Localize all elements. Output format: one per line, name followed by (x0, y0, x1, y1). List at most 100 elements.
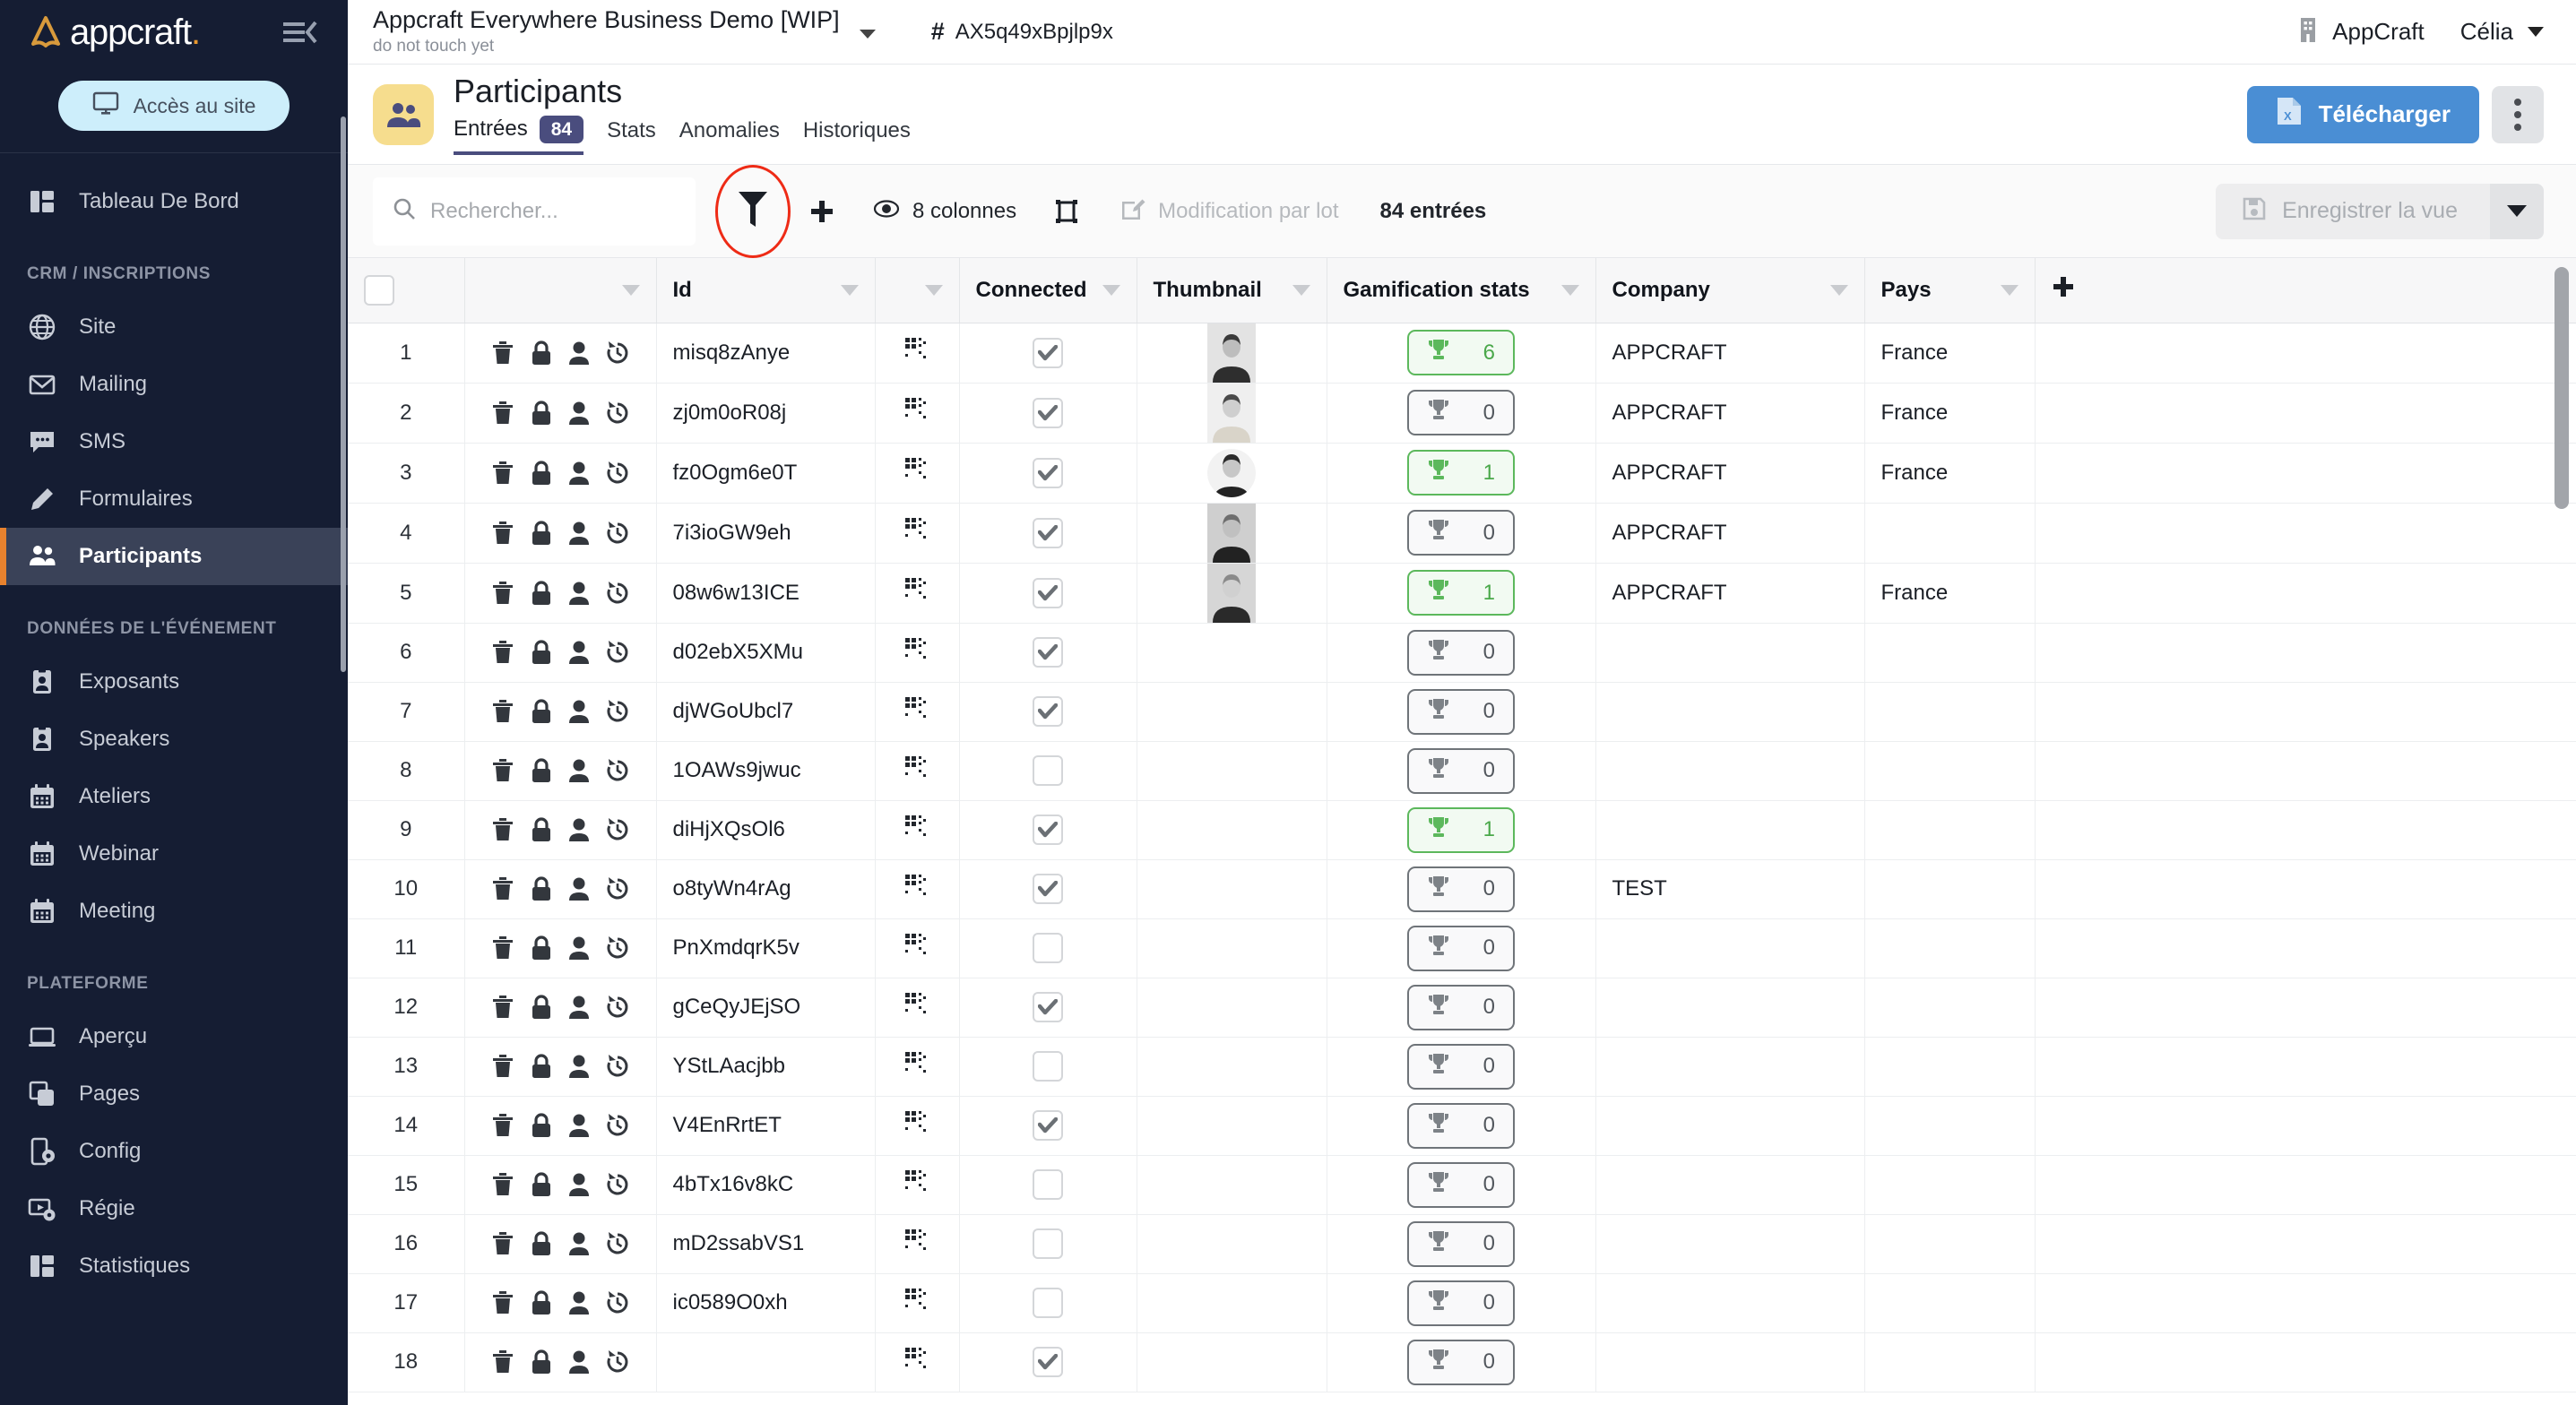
cell-thumbnail[interactable] (1137, 1214, 1327, 1274)
lock-icon[interactable] (531, 1231, 552, 1256)
lock-icon[interactable] (531, 640, 552, 665)
column-header-connected[interactable]: Connected (959, 258, 1137, 323)
cell-qr[interactable] (875, 1273, 960, 1333)
cell-connected[interactable] (959, 1332, 1137, 1392)
sidebar-item-meeting[interactable]: Meeting (0, 883, 348, 940)
cell-qr[interactable] (875, 623, 960, 683)
column-header-pays[interactable]: Pays (1864, 258, 2036, 323)
user-menu[interactable]: Célia (2460, 18, 2544, 46)
history-icon[interactable] (606, 995, 629, 1020)
history-icon[interactable] (606, 1113, 629, 1138)
qr-code-icon[interactable] (905, 1288, 929, 1317)
column-sort-caret-icon[interactable] (2000, 284, 2018, 296)
filter-button[interactable] (713, 164, 792, 258)
cell-gamification[interactable]: 6 (1327, 323, 1596, 384)
cell-qr[interactable] (875, 682, 960, 742)
cell-qr[interactable] (875, 800, 960, 860)
cell-gamification[interactable]: 0 (1327, 1096, 1596, 1156)
cell-company[interactable] (1595, 682, 1865, 742)
connected-checkbox[interactable] (1033, 337, 1063, 368)
lock-icon[interactable] (531, 817, 552, 842)
cell-company[interactable] (1595, 1273, 1865, 1333)
trash-icon[interactable] (491, 1349, 514, 1375)
sidebar-item-aper-u[interactable]: Aperçu (0, 1008, 348, 1065)
sidebar-item-tableau-de-bord[interactable]: Tableau De Bord (0, 173, 348, 230)
connected-checkbox[interactable] (1033, 517, 1063, 548)
cell-thumbnail[interactable] (1137, 1037, 1327, 1097)
cell-pays[interactable]: France (1864, 383, 2036, 444)
tab-stats[interactable]: Stats (607, 118, 656, 151)
trash-icon[interactable] (491, 1054, 514, 1079)
connected-checkbox[interactable] (1033, 933, 1063, 963)
cell-connected[interactable] (959, 918, 1137, 978)
qr-code-icon[interactable] (905, 1228, 929, 1258)
history-icon[interactable] (606, 401, 629, 426)
column-header-add[interactable] (2035, 258, 2576, 323)
history-icon[interactable] (606, 817, 629, 842)
column-header-actions[interactable] (464, 258, 657, 323)
cell-thumbnail[interactable] (1137, 800, 1327, 860)
trash-icon[interactable] (491, 521, 514, 546)
qr-code-icon[interactable] (905, 874, 929, 903)
cell-gamification[interactable]: 0 (1327, 918, 1596, 978)
cell-pays[interactable] (1864, 1332, 2036, 1392)
trash-icon[interactable] (491, 461, 514, 486)
person-icon[interactable] (568, 640, 590, 665)
person-icon[interactable] (568, 995, 590, 1020)
person-icon[interactable] (568, 401, 590, 426)
cell-gamification[interactable]: 0 (1327, 1155, 1596, 1215)
cell-id[interactable]: diHjXQsOl6 (656, 800, 876, 860)
cell-pays[interactable]: France (1864, 443, 2036, 504)
history-icon[interactable] (606, 1349, 629, 1375)
connected-checkbox[interactable] (1033, 577, 1063, 608)
qr-code-icon[interactable] (905, 1169, 929, 1199)
cell-gamification[interactable]: 0 (1327, 1214, 1596, 1274)
person-icon[interactable] (568, 1054, 590, 1079)
cell-thumbnail[interactable] (1137, 623, 1327, 683)
sidebar-collapse-icon[interactable] (281, 19, 317, 46)
cell-id[interactable]: 08w6w13ICE (656, 563, 876, 624)
trash-icon[interactable] (491, 1231, 514, 1256)
person-icon[interactable] (568, 521, 590, 546)
qr-code-icon[interactable] (905, 637, 929, 667)
table-row[interactable]: 4 7i3ioGW9eh 0 APPCRAFT (348, 503, 2576, 564)
lock-icon[interactable] (531, 1349, 552, 1375)
cell-company[interactable]: APPCRAFT (1595, 503, 1865, 564)
cell-gamification[interactable]: 0 (1327, 1273, 1596, 1333)
cell-gamification[interactable]: 0 (1327, 1037, 1596, 1097)
cell-id[interactable]: 4bTx16v8kC (656, 1155, 876, 1215)
cell-thumbnail[interactable] (1137, 859, 1327, 919)
cell-connected[interactable] (959, 682, 1137, 742)
lock-icon[interactable] (531, 1290, 552, 1315)
table-row[interactable]: 12 gCeQyJEjSO 0 (348, 978, 2576, 1038)
cell-pays[interactable]: France (1864, 563, 2036, 624)
cell-connected[interactable] (959, 978, 1137, 1038)
cell-qr[interactable] (875, 859, 960, 919)
qr-code-icon[interactable] (905, 1110, 929, 1140)
cell-connected[interactable] (959, 741, 1137, 801)
history-icon[interactable] (606, 340, 629, 366)
table-row[interactable]: 17 ic0589O0xh 0 (348, 1273, 2576, 1333)
cell-thumbnail[interactable] (1137, 918, 1327, 978)
connected-checkbox[interactable] (1033, 1110, 1063, 1141)
connected-checkbox[interactable] (1033, 874, 1063, 904)
download-button[interactable]: X Télécharger (2246, 85, 2479, 143)
cell-qr[interactable] (875, 1214, 960, 1274)
cell-company[interactable] (1595, 1214, 1865, 1274)
cell-id[interactable]: djWGoUbcl7 (656, 682, 876, 742)
cell-thumbnail[interactable] (1137, 682, 1327, 742)
cell-company[interactable]: TEST (1595, 859, 1865, 919)
cell-gamification[interactable]: 0 (1327, 1332, 1596, 1392)
sidebar-item-formulaires[interactable]: Formulaires (0, 470, 348, 528)
lock-icon[interactable] (531, 758, 552, 783)
cell-id[interactable]: ic0589O0xh (656, 1273, 876, 1333)
trash-icon[interactable] (491, 876, 514, 901)
connected-checkbox[interactable] (1033, 1347, 1063, 1377)
cell-pays[interactable] (1864, 800, 2036, 860)
trash-icon[interactable] (491, 581, 514, 606)
sidebar-item-config[interactable]: Config (0, 1123, 348, 1180)
tab-historiques[interactable]: Historiques (803, 118, 911, 151)
column-header-thumbnail[interactable]: Thumbnail (1137, 258, 1327, 323)
batch-edit-button[interactable]: Modification par lot (1120, 196, 1339, 226)
table-row[interactable]: 13 YStLAacjbb 0 (348, 1037, 2576, 1097)
